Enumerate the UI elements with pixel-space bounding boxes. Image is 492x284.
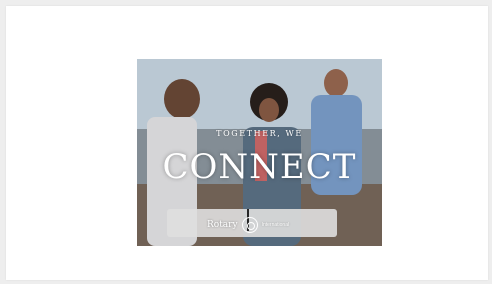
headline-main: CONNECT [162,147,357,187]
content-frame: TOGETHER, WE CONNECT Rotary Internationa… [6,6,488,280]
promo-banner-image[interactable]: TOGETHER, WE CONNECT Rotary Internationa… [137,59,382,246]
rotary-wheel-icon [241,217,258,233]
brand-tagline: International [261,222,290,228]
brand-mark: Rotary International [207,217,289,233]
headline-small: TOGETHER, WE [216,129,303,138]
brand-name: Rotary [207,220,238,230]
